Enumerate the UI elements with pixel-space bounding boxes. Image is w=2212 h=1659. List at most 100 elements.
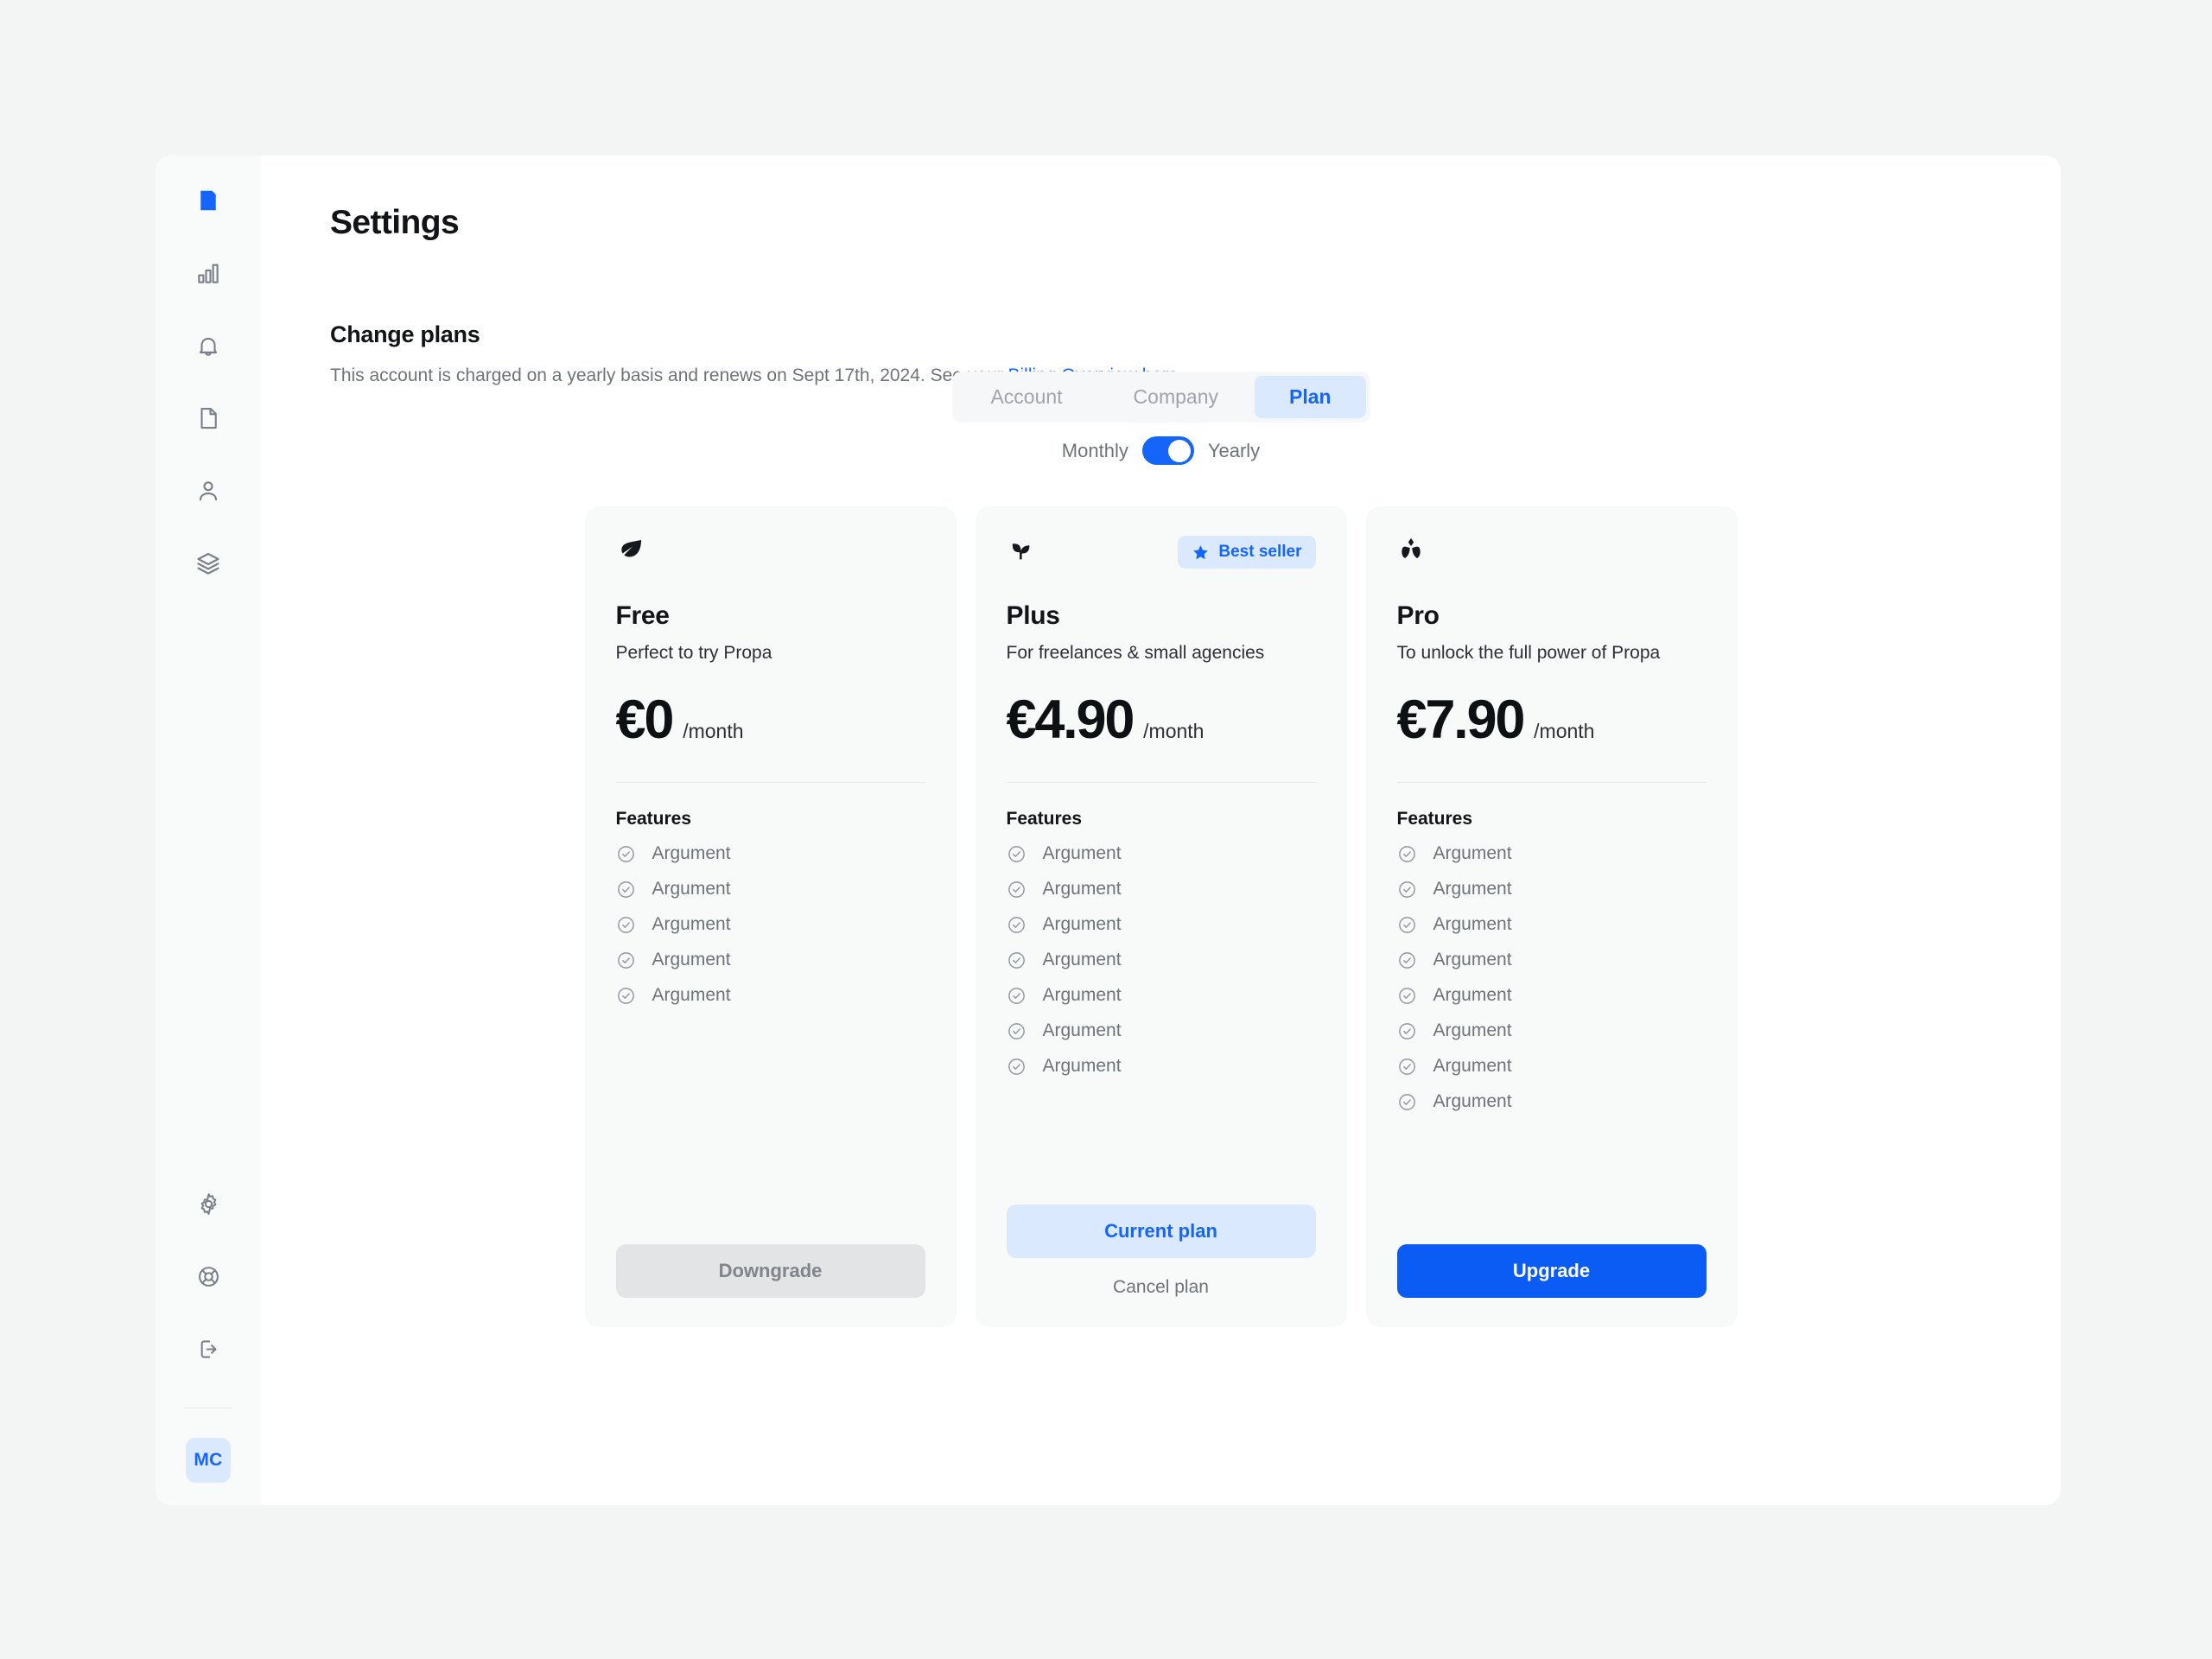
plan-feature-list: Argument Argument Argument Argument Argument [616, 843, 925, 1006]
plan-card-actions: Current plan Cancel plan [1006, 1168, 1316, 1298]
plan-card-plus: Best seller Plus For freelances & small … [975, 506, 1347, 1327]
app-window: MC Settings Account Company Plan Change … [156, 156, 2061, 1505]
plan-tagline: For freelances & small agencies [1006, 643, 1265, 663]
check-circle-icon [1397, 844, 1417, 864]
sidebar-item-logout[interactable] [184, 1325, 232, 1373]
tab-company[interactable]: Company [1099, 376, 1253, 418]
feature-label: Argument [1433, 1056, 1512, 1076]
feature-item: Argument [1397, 879, 1707, 899]
feature-item: Argument [1397, 914, 1707, 935]
sidebar-item-notifications[interactable] [184, 321, 232, 370]
billing-toggle-switch[interactable] [1141, 436, 1194, 465]
feature-label: Argument [1042, 1020, 1122, 1040]
feature-label: Argument [652, 950, 731, 969]
current-plan-button[interactable]: Current plan [1006, 1205, 1316, 1258]
feature-item: Argument [1397, 985, 1707, 1006]
note-icon [195, 188, 221, 213]
feature-label: Argument [1433, 1020, 1512, 1040]
feature-item: Argument [1397, 843, 1707, 864]
feature-item: Argument [616, 879, 925, 899]
toggle-label-yearly[interactable]: Yearly [1208, 440, 1260, 462]
plan-price-row: €4.90 /month [1007, 693, 1316, 747]
plan-card-pro: Pro To unlock the full power of Propa €7… [1365, 506, 1738, 1327]
feature-item: Argument [1397, 950, 1707, 970]
feature-item: Argument [1007, 879, 1316, 899]
check-circle-icon [1397, 950, 1417, 970]
cancel-plan-link[interactable]: Cancel plan [1007, 1277, 1316, 1298]
feature-label: Argument [1433, 879, 1512, 899]
avatar[interactable]: MC [186, 1438, 231, 1483]
settings-tabs: Account Company Plan [951, 372, 1370, 423]
gear-icon [196, 1192, 221, 1217]
toggle-label-monthly[interactable]: Monthly [1062, 440, 1128, 462]
sidebar-item-documents[interactable] [184, 394, 232, 442]
tab-account[interactable]: Account [956, 376, 1096, 418]
tab-plan[interactable]: Plan [1254, 376, 1366, 418]
plan-divider [615, 782, 925, 783]
main-content: Settings Account Company Plan Change pla… [261, 156, 2061, 1505]
feature-label: Argument [1042, 843, 1122, 863]
life-buoy-icon [196, 1264, 221, 1289]
feature-item: Argument [616, 843, 925, 864]
billing-period-toggle: Monthly Yearly [330, 436, 1992, 465]
plan-price-row: €0 /month [616, 693, 925, 747]
plan-divider [1396, 782, 1707, 783]
feature-item: Argument [1007, 950, 1316, 970]
sidebar-item-help[interactable] [184, 1252, 232, 1300]
feature-label: Argument [1042, 879, 1122, 899]
plan-features-label: Features [1396, 809, 1473, 829]
check-circle-icon [616, 986, 636, 1006]
best-seller-badge: Best seller [1178, 536, 1316, 569]
logout-icon [196, 1337, 221, 1362]
plan-card-actions: Upgrade [1396, 1208, 1707, 1298]
plan-name: Free [615, 601, 670, 630]
leaf-icon [616, 536, 645, 565]
page-title: Settings [330, 204, 460, 241]
plan-features-label: Features [1006, 809, 1083, 829]
plan-name: Pro [1396, 601, 1440, 630]
upgrade-button[interactable]: Upgrade [1396, 1244, 1707, 1298]
feature-label: Argument [1433, 914, 1512, 934]
check-circle-icon [1397, 1021, 1417, 1041]
feature-label: Argument [1042, 914, 1122, 934]
sidebar-top-nav [184, 176, 232, 588]
check-circle-icon [616, 950, 636, 970]
layers-icon [195, 550, 221, 576]
plan-card-header [1397, 536, 1707, 574]
check-circle-icon [616, 880, 636, 899]
best-seller-badge-label: Best seller [1218, 543, 1302, 561]
check-circle-icon [1007, 950, 1027, 970]
plan-features-label: Features [615, 809, 692, 829]
sidebar: MC [156, 156, 261, 1505]
feature-item: Argument [616, 985, 925, 1006]
check-circle-icon [1397, 986, 1417, 1006]
sidebar-bottom-nav: MC [184, 1179, 232, 1483]
feature-label: Argument [1042, 985, 1122, 1005]
sidebar-item-analytics[interactable] [184, 249, 232, 297]
check-circle-icon [1007, 844, 1027, 864]
feature-item: Argument [1007, 843, 1316, 864]
sidebar-item-settings[interactable] [184, 1179, 232, 1228]
check-circle-icon [1007, 1021, 1027, 1041]
feature-label: Argument [1433, 985, 1512, 1005]
sidebar-item-contacts[interactable] [184, 467, 232, 515]
downgrade-button[interactable]: Downgrade [615, 1244, 925, 1298]
bar-chart-icon [195, 260, 221, 286]
check-circle-icon [1397, 1092, 1417, 1112]
sidebar-item-layers[interactable] [184, 539, 232, 588]
plan-name: Plus [1006, 601, 1060, 630]
plan-price: €4.90 [1006, 690, 1135, 750]
plan-divider [1006, 782, 1316, 783]
check-circle-icon [1007, 986, 1027, 1006]
feature-item: Argument [616, 950, 925, 970]
check-circle-icon [616, 915, 636, 935]
plan-price-period: /month [683, 720, 744, 742]
toggle-knob [1168, 439, 1192, 462]
sidebar-item-notes[interactable] [184, 176, 232, 225]
topbar: Settings [330, 156, 1992, 242]
section-description-prefix: This account is charged on a yearly basi… [330, 365, 1008, 385]
plan-price: €7.90 [1396, 690, 1526, 750]
feature-item: Argument [1007, 1020, 1316, 1041]
check-circle-icon [1007, 915, 1027, 935]
feature-label: Argument [652, 843, 731, 863]
